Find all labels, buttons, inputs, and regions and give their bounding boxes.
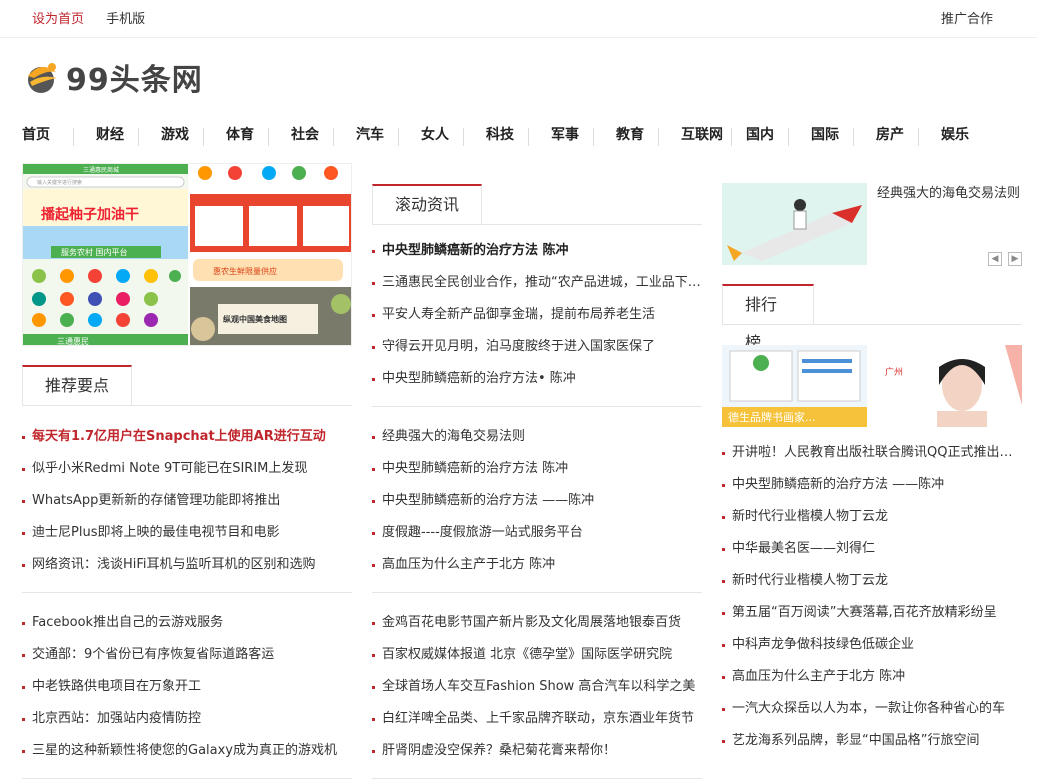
nav-item-home[interactable]: 首页 [22,124,50,144]
list-item[interactable]: 经典强大的海龟交易法则 [372,421,702,453]
nav-item-military[interactable]: 军事 [551,124,579,144]
divider [372,406,702,407]
divider [372,592,702,593]
ranking-image-right-caption: 广州 [885,366,903,378]
nav-item-sports[interactable]: 体育 [226,124,254,144]
list-item[interactable]: 新时代行业楷模人物丁云龙 [722,501,1022,533]
banner-app-name: 三通惠民商城 [83,166,119,174]
divider [22,592,352,593]
nav-item-finance[interactable]: 财经 [96,124,124,144]
nav-item-international[interactable]: 国际 [811,124,839,144]
list-item[interactable]: 全球首场人车交互Fashion Show 高合汽车以科学之美 [372,671,702,703]
ranking-header-line [722,324,1022,325]
scroll-list-2: 经典强大的海龟交易法则 中央型肺鳞癌新的治疗方法 陈冲 中央型肺鳞癌新的治疗方法… [372,421,702,581]
list-item[interactable]: 金鸡百花电影节国产新片影及文化周展落地银泰百货 [372,607,702,639]
list-item[interactable]: WhatsApp更新新的存储管理功能即将推出 [22,485,352,517]
list-item[interactable]: 网络资讯：浅谈HiFi耳机与监听耳机的区别和选购 [22,549,352,581]
featured-title[interactable]: 经典强大的海龟交易法则 [877,184,1022,204]
scroll-news-section-title: 滚动资讯 [372,184,482,224]
set-home-link[interactable]: 设为首页 [32,12,84,27]
list-item[interactable]: 北京西站：加强站内疫情防控 [22,703,352,735]
list-item[interactable]: 中央型肺鳞癌新的治疗方法 陈冲 [372,235,702,267]
list-item[interactable]: 中央型肺鳞癌新的治疗方法 ——陈冲 [372,485,702,517]
banner-promo: 惠农生鲜限量供应 [213,266,277,276]
list-item[interactable]: 艺龙海系列品牌，彰显“中国品格”行旅空间 [722,725,1022,757]
featured-image[interactable] [722,183,867,265]
ranking-image-right[interactable]: 广州 [877,345,1022,427]
ranking-image-left[interactable]: 德生品牌书画家... [722,345,867,427]
scroll-header-line [372,224,702,225]
list-item[interactable]: 交通部：9个省份已有序恢复省际道路客运 [22,639,352,671]
banner-image[interactable]: 三通惠民商城 输入关键字进行搜索 播起柚子加油干 服务农村 国内平台 三通惠民 [22,163,352,346]
logo-icon [24,58,62,96]
list-item[interactable]: 高血压为什么主产于北方 陈冲 [722,661,1022,693]
list-item[interactable]: Facebook推出自己的云游戏服务 [22,607,352,639]
top-bar-left: 设为首页 手机版 [32,8,163,27]
recommend-list-1: 每天有1.7亿用户在Snapchat上使用AR进行互动 似乎小米Redmi No… [22,421,352,581]
ranking-image-left-caption: 德生品牌书画家... [728,410,816,424]
list-item[interactable]: 似乎小米Redmi Note 9T可能已在SIRIM上发现 [22,453,352,485]
nav-item-domestic[interactable]: 国内 [746,124,774,144]
nav-item-internet[interactable]: 互联网 [681,124,723,144]
nav-item-entertainment[interactable]: 娱乐 [941,124,969,144]
list-item[interactable]: 中央型肺鳞癌新的治疗方法• 陈冲 [372,363,702,395]
ranking-section-title: 排行榜 [722,284,814,352]
divider [372,778,702,779]
nav-item-society[interactable]: 社会 [291,124,319,144]
nav-item-education[interactable]: 教育 [616,124,644,144]
list-item[interactable]: 肝肾阴虚没空保养？桑杞菊花膏来帮你！ [372,735,702,767]
list-item[interactable]: 中央型肺鳞癌新的治疗方法 陈冲 [372,453,702,485]
list-item[interactable]: 中央型肺鳞癌新的治疗方法 ——陈冲 [722,469,1022,501]
list-item[interactable]: 第五届“百万阅读”大赛落幕,百花齐放精彩纷呈 [722,597,1022,629]
nav-item-realestate[interactable]: 房产 [876,124,904,144]
mobile-version-link[interactable]: 手机版 [106,12,145,27]
nav-item-women[interactable]: 女人 [421,124,449,144]
list-item[interactable]: 守得云开见月明，泊马度胺终于进入国家医保了 [372,331,702,363]
list-item[interactable]: 百家权威媒体报道 北京《德孕堂》国际医学研究院 [372,639,702,671]
main-nav: 首页 财经 游戏 体育 社会 汽车 女人 科技 军事 教育 互联网 国内 国际 … [0,120,1037,150]
banner-slogan: 播起柚子加油干 [41,206,139,223]
promote-link[interactable]: 推广合作 [941,8,993,27]
nav-item-games[interactable]: 游戏 [161,124,189,144]
nav-item-auto[interactable]: 汽车 [356,124,384,144]
nav-item-tech[interactable]: 科技 [486,124,514,144]
ranking-list: 开讲啦！人民教育出版社联合腾讯QQ正式推出在线课堂 中央型肺鳞癌新的治疗方法 —… [722,437,1022,757]
list-item[interactable]: 中华最美名医——刘得仁 [722,533,1022,565]
list-item[interactable]: 度假趣----度假旅游一站式服务平台 [372,517,702,549]
list-item[interactable]: 平安人寿全新产品御享金瑞，提前布局养老生活 [372,299,702,331]
divider [22,778,352,779]
banner-bottom-brand: 三通惠民 [57,336,89,346]
list-item[interactable]: 白红洋啤全品类、上千家品牌齐联动，京东酒业年货节 [372,703,702,735]
banner-search-placeholder: 输入关键字进行搜索 [37,179,82,186]
top-bar: 设为首页 手机版 推广合作 [0,0,1037,38]
scroll-list-3: 金鸡百花电影节国产新片影及文化周展落地银泰百货 百家权威媒体报道 北京《德孕堂》… [372,607,702,767]
list-item[interactable]: 三通惠民全民创业合作，推动“农产品进城，工业品下乡” [372,267,702,299]
list-item[interactable]: 迪士尼Plus即将上映的最佳电视节目和电影 [22,517,352,549]
prev-arrow-icon[interactable]: ◀ [988,252,1002,266]
recommend-list-2: Facebook推出自己的云游戏服务 交通部：9个省份已有序恢复省际道路客运 中… [22,607,352,767]
recommend-header-line [22,405,352,406]
site-logo[interactable]: 99头条网 [24,55,203,99]
list-item[interactable]: 中老铁路供电项目在万象开工 [22,671,352,703]
list-item[interactable]: 一汽大众探岳以人为本，一款让你各种省心的车 [722,693,1022,725]
list-item[interactable]: 每天有1.7亿用户在Snapchat上使用AR进行互动 [22,421,352,453]
next-arrow-icon[interactable]: ▶ [1008,252,1022,266]
list-item[interactable]: 新时代行业楷模人物丁云龙 [722,565,1022,597]
banner-food-map: 纵观中国美食地图 [223,314,287,324]
scroll-list-1: 中央型肺鳞癌新的治疗方法 陈冲 三通惠民全民创业合作，推动“农产品进城，工业品下… [372,235,702,395]
logo-text: 99头条网 [66,63,203,98]
list-item[interactable]: 开讲啦！人民教育出版社联合腾讯QQ正式推出在线课堂 [722,437,1022,469]
list-item[interactable]: 高血压为什么主产于北方 陈冲 [372,549,702,581]
list-item[interactable]: 三星的这种新颖性将使您的Galaxy成为真正的游戏机 [22,735,352,767]
list-item[interactable]: 中科声龙争做科技绿色低碳企业 [722,629,1022,661]
banner-sub: 服务农村 国内平台 [61,247,128,257]
recommend-section-title: 推荐要点 [22,365,132,405]
